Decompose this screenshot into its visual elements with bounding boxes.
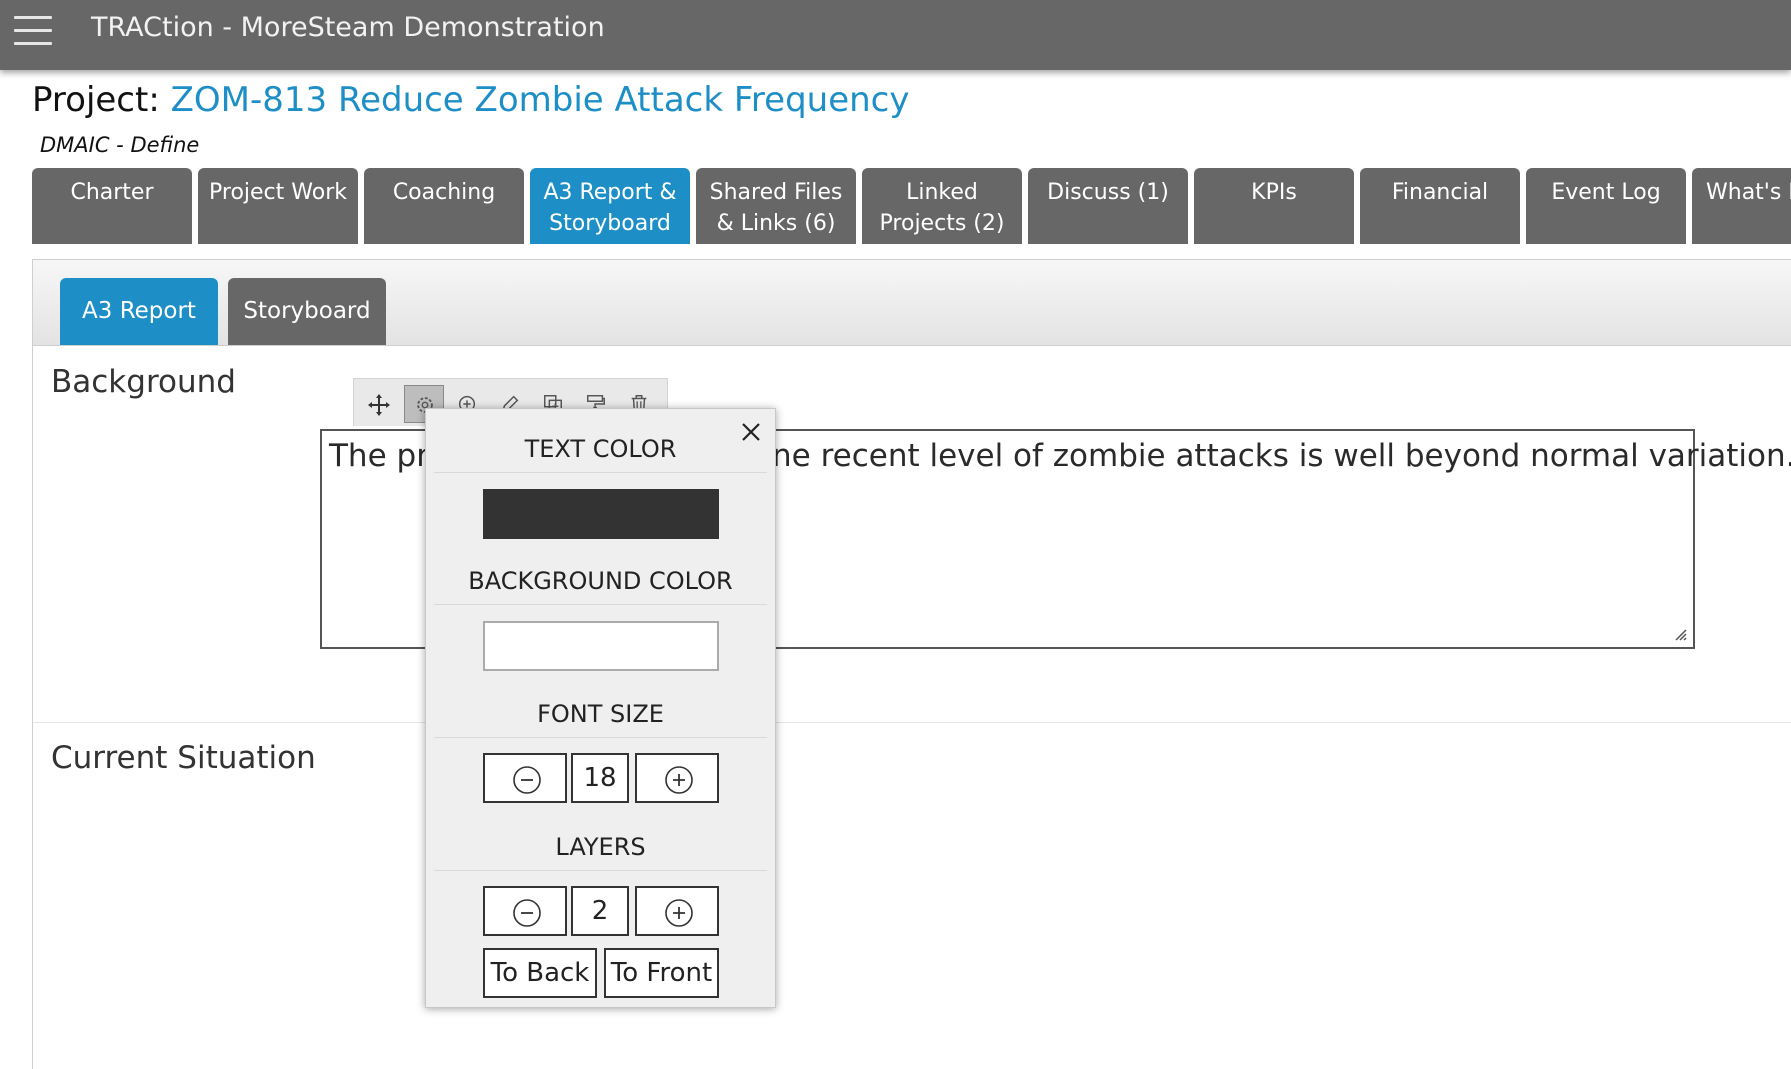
textbox-text-start: The pr — [329, 438, 429, 474]
layer-decrease-button[interactable] — [483, 886, 567, 936]
layers-label: LAYERS — [434, 833, 767, 871]
subtab-bar: A3 Report Storyboard — [33, 260, 1791, 346]
tab-discuss[interactable]: Discuss (1) — [1028, 168, 1188, 244]
font-size-decrease-button[interactable] — [483, 753, 567, 803]
textbox-text-visible: ne recent level of zombie attacks is wel… — [772, 438, 1791, 474]
tab-whats-new[interactable]: What's N — [1692, 168, 1791, 244]
layer-increase-button[interactable] — [635, 886, 719, 936]
tab-project-work[interactable]: Project Work — [198, 168, 358, 244]
minus-circle-icon — [513, 766, 541, 794]
hamburger-menu-icon[interactable] — [14, 16, 52, 46]
font-size-label: FONT SIZE — [434, 700, 767, 738]
tab-charter[interactable]: Charter — [32, 168, 192, 244]
plus-circle-icon — [665, 766, 693, 794]
subtab-storyboard[interactable]: Storyboard — [228, 278, 386, 345]
tab-kpis[interactable]: KPIs — [1194, 168, 1354, 244]
text-color-label: TEXT COLOR — [434, 435, 767, 473]
move-icon[interactable] — [358, 385, 398, 423]
tab-event-log[interactable]: Event Log — [1526, 168, 1686, 244]
section-title-background: Background — [51, 364, 236, 400]
font-size-value[interactable]: 18 — [571, 753, 629, 803]
tab-shared-files[interactable]: Shared Files & Links (6) — [696, 168, 856, 244]
to-back-button[interactable]: To Back — [483, 948, 597, 998]
tab-coaching[interactable]: Coaching — [364, 168, 524, 244]
app-header: TRACtion - MoreSteam Demonstration — [0, 0, 1791, 70]
style-popup: TEXT COLOR BACKGROUND COLOR FONT SIZE 18… — [425, 408, 776, 1008]
subtab-a3-report[interactable]: A3 Report — [60, 278, 218, 345]
font-size-increase-button[interactable] — [635, 753, 719, 803]
background-color-swatch[interactable] — [483, 621, 719, 671]
tab-financial[interactable]: Financial — [1360, 168, 1520, 244]
layer-value[interactable]: 2 — [571, 886, 629, 936]
tab-linked-projects[interactable]: Linked Projects (2) — [862, 168, 1022, 244]
minus-circle-icon — [513, 899, 541, 927]
app-title: TRACtion - MoreSteam Demonstration — [91, 12, 605, 43]
background-color-label: BACKGROUND COLOR — [434, 567, 767, 605]
resize-grip-icon[interactable] — [1673, 627, 1687, 641]
to-front-button[interactable]: To Front — [604, 948, 719, 998]
project-heading: Project: ZOM-813 Reduce Zombie Attack Fr… — [32, 80, 910, 120]
section-title-current-situation: Current Situation — [51, 740, 316, 776]
section-divider — [33, 722, 1791, 723]
project-name-link[interactable]: ZOM-813 Reduce Zombie Attack Frequency — [171, 80, 910, 120]
main-tab-bar: Charter Project Work Coaching A3 Report … — [32, 168, 1791, 244]
project-phase: DMAIC - Define — [40, 133, 200, 157]
tab-a3-report-storyboard[interactable]: A3 Report & Storyboard — [530, 168, 690, 244]
plus-circle-icon — [665, 899, 693, 927]
text-color-swatch[interactable] — [483, 489, 719, 539]
project-label: Project: — [32, 80, 160, 120]
content-panel: A3 Report Storyboard Background Current … — [32, 259, 1791, 1069]
